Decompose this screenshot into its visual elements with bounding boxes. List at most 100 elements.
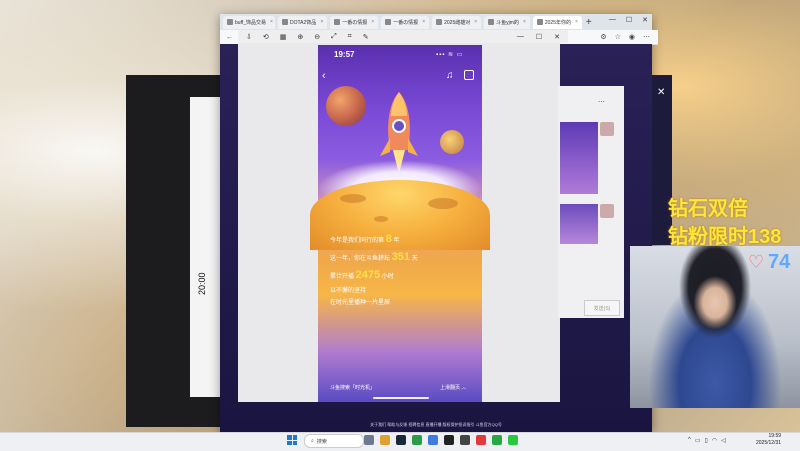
planet-illustration — [326, 86, 366, 126]
tab-label: 2025年你的 — [544, 19, 571, 26]
tab-label: 一番の情报 — [393, 19, 419, 26]
edit-icon[interactable]: ✎ — [363, 33, 369, 41]
status-bar-time: 19:57 — [334, 50, 355, 59]
battery-icon[interactable]: ▯ — [705, 437, 708, 444]
taskbar-app-icon[interactable] — [364, 435, 374, 445]
taskbar-app-icon[interactable] — [444, 435, 454, 445]
tab-3[interactable]: 一番の情报 × — [330, 15, 379, 29]
tab-6[interactable]: 斗鱼yjm的 × — [484, 15, 530, 29]
stats-hours-value: 2475 — [355, 269, 381, 281]
menu-icon[interactable]: ⋯ — [643, 33, 650, 41]
chat-image-message[interactable] — [560, 204, 598, 244]
close-icon[interactable]: ✕ — [657, 87, 665, 98]
rotate-icon[interactable]: ⟲ — [263, 33, 269, 41]
tab-label: DOTA2饰品 — [290, 19, 317, 26]
taskbar-wechat-icon[interactable] — [508, 435, 518, 445]
search-placeholder: 搜索 — [316, 438, 327, 445]
left-app-time: 20:00 — [197, 272, 207, 295]
left-app-window[interactable] — [126, 75, 226, 427]
tab-favicon — [282, 19, 288, 25]
grid-icon[interactable]: ▦ — [280, 33, 287, 41]
tab-4[interactable]: 一番の情报 × — [381, 15, 430, 29]
volume-icon[interactable]: ◁ — [721, 437, 726, 444]
clock-date: 2025/12/31 — [756, 439, 782, 446]
share-icon — [464, 70, 474, 80]
tab-label: 斗鱼yjm的 — [496, 19, 519, 26]
close-icon[interactable]: × — [575, 19, 578, 25]
close-icon[interactable]: × — [320, 19, 323, 25]
tab-2[interactable]: DOTA2饰品 × — [278, 15, 328, 29]
window-controls: — ☐ ✕ — [609, 16, 648, 24]
profile-icon[interactable]: ◉ — [629, 33, 635, 41]
close-icon[interactable]: × — [422, 19, 425, 25]
stats-line-years: 今年是我们同行的第 8 年 — [330, 234, 400, 245]
taskbar-app-icon[interactable] — [460, 435, 470, 445]
tab-favicon — [227, 19, 233, 25]
taskbar-app-icon[interactable] — [492, 435, 502, 445]
tab-7-active[interactable]: 2025年你的 × — [532, 15, 582, 29]
promo-text-1: 钻石双倍 — [668, 198, 748, 220]
fit-icon[interactable]: ⤢ — [331, 33, 337, 41]
stats-line-hours: 累计开播 2475 小时 — [330, 270, 394, 281]
taskbar-search[interactable]: ⌕ 搜索 — [304, 434, 364, 448]
avatar — [600, 204, 614, 218]
chat-window[interactable]: ⋯ — [558, 86, 624, 318]
search-icon: ⌕ — [311, 438, 314, 444]
taskbar-browser-icon[interactable] — [428, 435, 438, 445]
crop-icon[interactable]: ⌗ — [348, 33, 352, 41]
back-arrow-icon[interactable]: ← — [226, 34, 233, 41]
avatar — [600, 122, 614, 136]
chat-image-message[interactable] — [560, 122, 598, 194]
taskbar-steam-icon[interactable] — [396, 435, 406, 445]
stats-line-5: 在时光里播种一片星辰 — [330, 300, 391, 306]
tab-favicon — [385, 19, 392, 25]
close-icon[interactable]: × — [270, 19, 273, 25]
tab-label: 一番の情报 — [342, 19, 368, 26]
viewer-maximize-icon[interactable]: ☐ — [536, 33, 542, 41]
viewer-minimize-icon[interactable]: — — [517, 33, 524, 41]
tab-label: buff_饰品交易 — [235, 19, 267, 26]
taskbar-app-icon[interactable] — [380, 435, 390, 445]
tab-label: 2025雌雄对 — [444, 19, 471, 26]
send-button[interactable]: 发送(S) — [584, 300, 620, 316]
tab-favicon — [436, 19, 443, 25]
zoom-in-icon[interactable]: ⊕ — [297, 33, 303, 41]
close-window-icon[interactable]: ✕ — [642, 16, 648, 24]
chevron-up-icon[interactable]: ^ — [688, 437, 691, 444]
heart-icon: ♡ — [748, 252, 765, 272]
minimize-icon[interactable]: — — [609, 16, 616, 24]
wifi-icon[interactable]: ◠ — [712, 437, 717, 444]
promo-text-2: 钻粉限时138 — [668, 226, 782, 248]
small-planet-illustration — [440, 130, 464, 154]
close-icon[interactable]: × — [474, 19, 477, 25]
favorites-icon[interactable]: ☆ — [615, 33, 621, 41]
close-icon[interactable]: × — [523, 19, 526, 25]
phone-footer-search: 斗鱼搜索「时光机」 — [330, 385, 376, 391]
taskbar-app-icon[interactable] — [412, 435, 422, 445]
settings-icon[interactable]: ⚙ — [600, 33, 606, 41]
tab-favicon — [488, 19, 495, 25]
tab-5[interactable]: 2025雌雄对 × — [432, 15, 482, 29]
tab-favicon — [334, 19, 341, 25]
taskbar-clock[interactable]: 19:59 2025/12/31 — [756, 433, 781, 446]
viewer-close-icon[interactable]: ✕ — [554, 33, 560, 41]
maximize-icon[interactable]: ☐ — [626, 16, 632, 24]
tab-1[interactable]: buff_饰品交易 × — [223, 15, 275, 29]
taskbar-app-icon[interactable] — [476, 435, 486, 445]
zoom-out-icon[interactable]: ⊖ — [314, 33, 320, 41]
status-bar-icons: ▪▪▪ ≋ ▭ — [436, 52, 464, 58]
close-icon[interactable]: × — [371, 19, 374, 25]
network-icon[interactable]: ▭ — [695, 437, 701, 444]
new-tab-icon[interactable]: + — [586, 17, 592, 28]
stats-text: 年 — [393, 238, 400, 244]
download-icon[interactable]: ⇩ — [246, 33, 252, 41]
tab-favicon — [536, 19, 543, 25]
home-indicator — [373, 397, 429, 399]
stats-text: 今年是我们同行的第 — [330, 238, 385, 244]
back-icon: ‹ — [322, 70, 326, 82]
stats-text: 累计开播 — [330, 274, 355, 280]
like-count: 74 — [768, 251, 791, 273]
stats-years-value: 8 — [385, 233, 392, 245]
more-icon[interactable]: ⋯ — [598, 98, 605, 106]
windows-start-icon[interactable] — [287, 435, 297, 445]
